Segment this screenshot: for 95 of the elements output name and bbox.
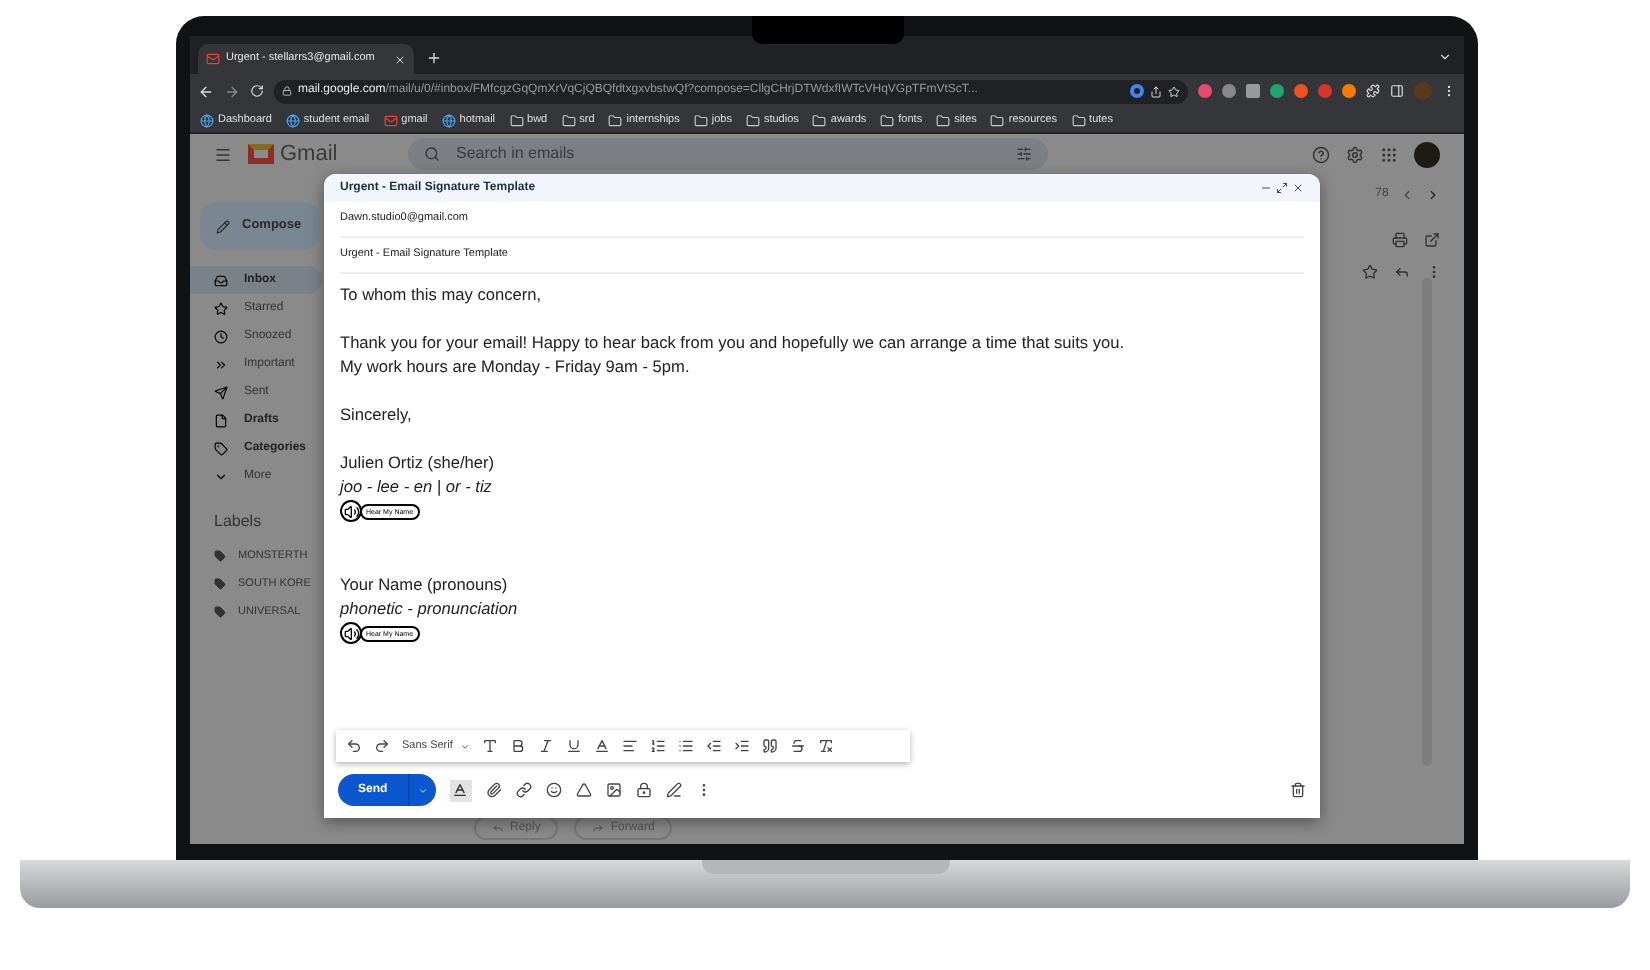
folder-icon xyxy=(936,113,951,127)
indent-more-icon[interactable] xyxy=(734,738,751,754)
bulleted-list-icon[interactable] xyxy=(678,738,695,754)
caret-icon xyxy=(417,785,428,795)
strikethrough-icon[interactable] xyxy=(790,738,807,754)
new-tab-icon[interactable] xyxy=(426,50,442,66)
back-icon[interactable] xyxy=(198,83,214,99)
google-icon xyxy=(1130,84,1144,98)
gmail-logo-text: Gmail xyxy=(280,139,338,170)
align-icon[interactable] xyxy=(622,738,639,754)
forward-icon[interactable] xyxy=(224,83,240,99)
trash-icon[interactable] xyxy=(1290,782,1306,798)
formatting-toggle[interactable] xyxy=(449,779,472,801)
new-window-icon[interactable] xyxy=(1424,232,1440,248)
chevrons-icon xyxy=(214,357,228,371)
body-text: My work hours are Monday - Friday 9am - 5pm. xyxy=(340,354,692,378)
send-icon xyxy=(214,385,228,399)
pencil-icon xyxy=(216,219,230,233)
text-color-icon[interactable] xyxy=(594,738,611,754)
bookmark-star-icon[interactable] xyxy=(1168,85,1180,97)
speaker-icon xyxy=(343,625,359,641)
pronunciation-text: joo - lee - en | or - tiz xyxy=(340,474,494,498)
reply-icon[interactable] xyxy=(1394,264,1410,280)
pen-icon[interactable] xyxy=(665,782,682,798)
folder-icon xyxy=(880,113,895,127)
globe-icon xyxy=(200,113,214,127)
chevron-down-icon xyxy=(214,469,228,483)
star-icon[interactable] xyxy=(1362,264,1378,280)
close-icon[interactable] xyxy=(1292,182,1304,194)
indent-less-icon[interactable] xyxy=(706,738,723,754)
folder-icon xyxy=(812,113,827,127)
forward-icon xyxy=(592,822,605,834)
tag-icon xyxy=(214,441,228,455)
body-text: Julien Ortiz (she/her) xyxy=(340,450,497,474)
tab-search-icon[interactable] xyxy=(1438,50,1452,64)
globe-icon xyxy=(285,113,300,127)
folder-icon xyxy=(1071,113,1086,127)
extensions-icon[interactable] xyxy=(1366,84,1380,98)
avatar-icon[interactable] xyxy=(1414,141,1440,167)
text-format-icon xyxy=(452,782,469,798)
gmail-logo-icon xyxy=(248,144,274,164)
folder-icon xyxy=(509,113,524,127)
folder-icon xyxy=(561,113,576,127)
share-icon[interactable] xyxy=(1150,85,1162,97)
filter-icon[interactable] xyxy=(1016,146,1032,162)
body-text: Your Name (pronouns) xyxy=(340,572,510,596)
emoji-icon[interactable] xyxy=(545,782,562,798)
mail-icon xyxy=(383,113,398,127)
labels-heading: Labels xyxy=(214,510,262,534)
folder-icon xyxy=(608,113,623,127)
clock-icon xyxy=(214,329,228,343)
lock-icon[interactable] xyxy=(635,782,652,798)
numbered-list-icon[interactable] xyxy=(650,738,667,754)
tag-icon xyxy=(214,578,226,590)
settings-icon[interactable] xyxy=(1346,145,1364,163)
print-icon[interactable] xyxy=(1392,232,1408,248)
inbox-icon xyxy=(214,273,228,287)
reply-icon xyxy=(492,822,504,834)
speaker-icon xyxy=(343,503,359,519)
side-panel-icon[interactable] xyxy=(1390,84,1404,98)
previous-icon[interactable] xyxy=(1400,188,1415,202)
menu-icon[interactable] xyxy=(214,145,232,163)
reload-icon[interactable] xyxy=(250,84,264,98)
redo-icon[interactable] xyxy=(374,738,390,754)
drive-icon[interactable] xyxy=(575,782,592,798)
bold-icon[interactable] xyxy=(510,738,527,754)
file-icon xyxy=(214,413,228,427)
apps-icon[interactable] xyxy=(1380,145,1398,163)
menu-icon[interactable] xyxy=(1442,84,1456,98)
body-text: Thank you for your email! Happy to hear back from you and hopefully we can arrange a time that suits you. xyxy=(340,330,1127,354)
star-icon xyxy=(214,301,228,315)
caret-icon xyxy=(460,741,471,751)
link-icon[interactable] xyxy=(515,782,532,798)
image-icon[interactable] xyxy=(605,782,622,798)
undo-icon[interactable] xyxy=(346,738,362,754)
next-icon[interactable] xyxy=(1426,188,1441,202)
pronunciation-text: phonetic - pronunciation xyxy=(340,596,520,620)
folder-icon xyxy=(693,113,708,127)
clear-formatting-icon[interactable] xyxy=(818,738,835,754)
paperclip-icon[interactable] xyxy=(485,782,502,798)
search-icon xyxy=(424,146,440,162)
italic-icon[interactable] xyxy=(538,738,555,754)
quote-icon[interactable] xyxy=(762,738,779,754)
mail-icon xyxy=(206,52,220,66)
folder-icon xyxy=(745,113,760,127)
globe-icon xyxy=(441,113,456,127)
tag-icon xyxy=(214,606,226,618)
folder-icon xyxy=(990,113,1005,127)
help-icon[interactable] xyxy=(1312,145,1330,163)
lock-icon xyxy=(282,86,292,96)
body-text: Sincerely, xyxy=(340,402,414,426)
tag-icon xyxy=(214,550,226,562)
underline-icon[interactable] xyxy=(566,738,583,754)
text-size-icon[interactable] xyxy=(482,738,499,754)
body-text: To whom this may concern, xyxy=(340,282,544,306)
